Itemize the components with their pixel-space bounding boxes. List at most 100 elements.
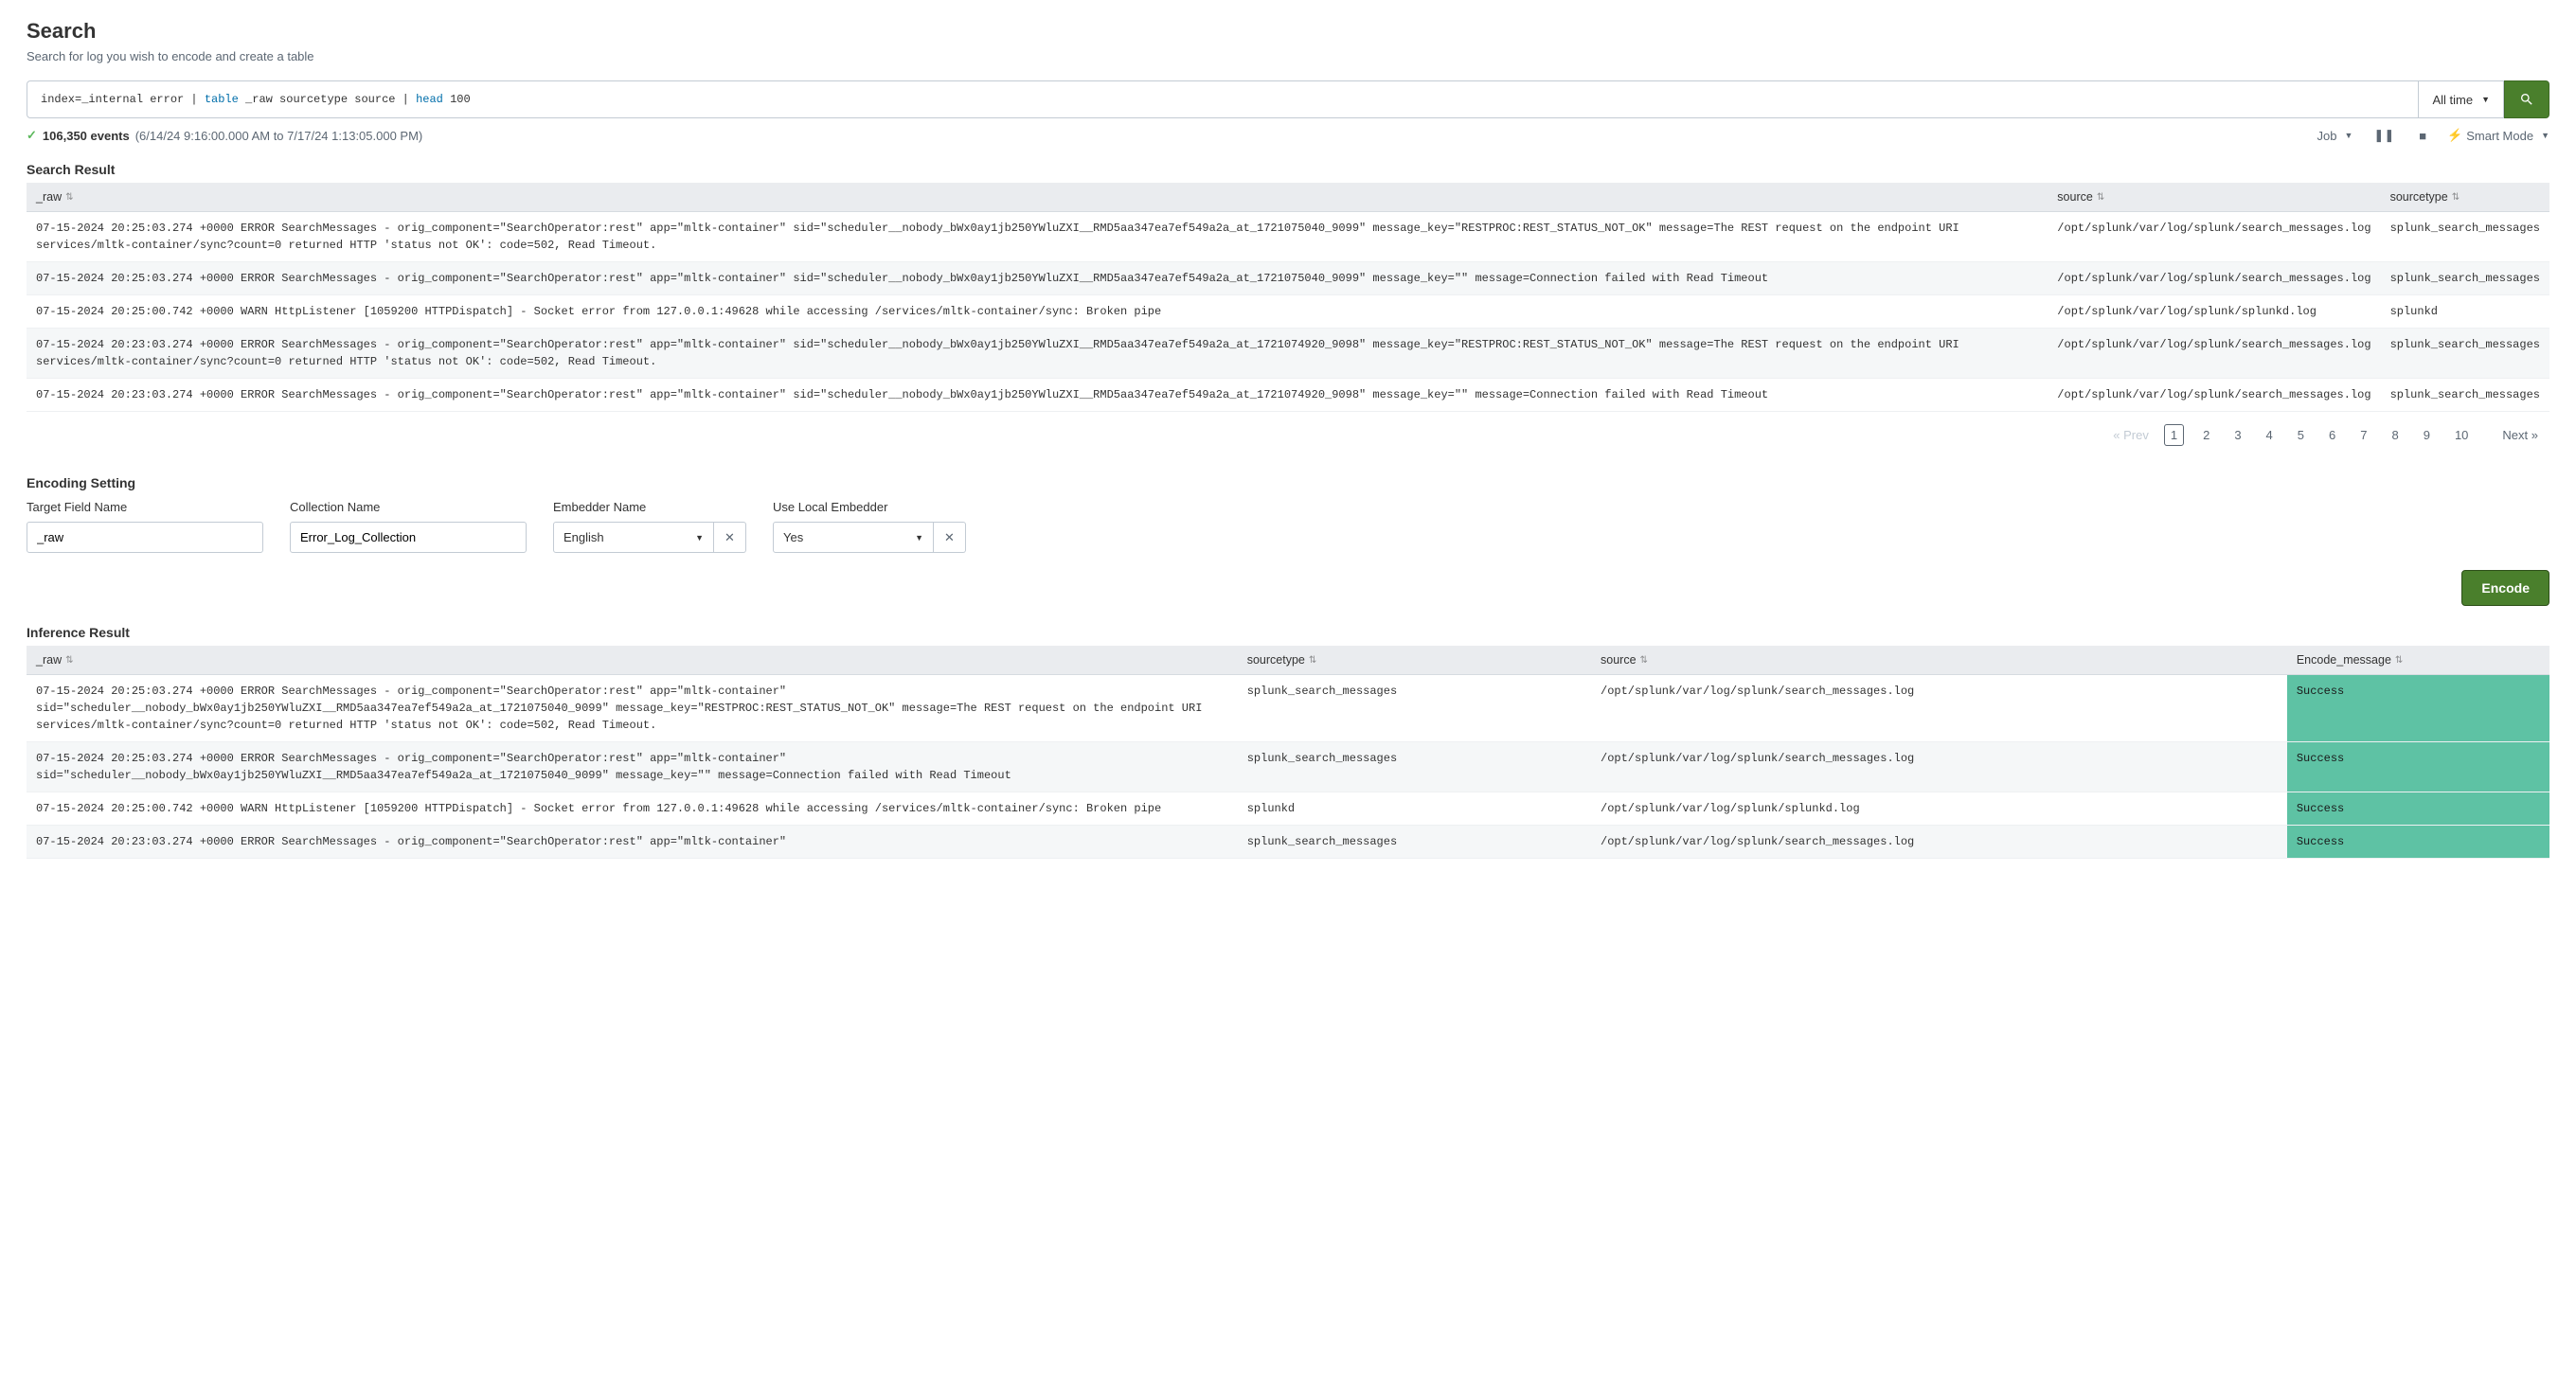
chevron-down-icon: ▼ [695,533,704,543]
time-range-label: All time [2432,93,2473,107]
table-row: 07-15-2024 20:23:03.274 +0000 ERROR Sear… [27,826,2549,859]
pagination-page[interactable]: 9 [2418,425,2436,445]
cell-sourcetype: splunk_search_messages [1238,826,1591,859]
cell-source: /opt/splunk/var/log/splunk/search_messag… [1591,675,2287,742]
cell-encode-message: Success [2287,742,2549,792]
cell-raw: 07-15-2024 20:23:03.274 +0000 ERROR Sear… [27,329,2048,379]
encoding-setting-title: Encoding Setting [27,475,2549,490]
cell-raw: 07-15-2024 20:25:03.274 +0000 ERROR Sear… [27,742,1238,792]
pagination-page[interactable]: 8 [2386,425,2404,445]
local-embedder-label: Use Local Embedder [773,500,966,514]
cell-raw: 07-15-2024 20:25:03.274 +0000 ERROR Sear… [27,675,1238,742]
local-embedder-select[interactable]: Yes ▼ [773,522,934,553]
cell-source: /opt/splunk/var/log/splunk/splunkd.log [1591,792,2287,826]
cell-sourcetype: splunk_search_messages [2381,212,2549,262]
chevron-down-icon: ▼ [2481,95,2490,104]
cell-source: /opt/splunk/var/log/splunk/search_messag… [2048,262,2380,295]
smart-mode-menu[interactable]: ⚡Smart Mode▼ [2447,128,2549,143]
cell-raw: 07-15-2024 20:23:03.274 +0000 ERROR Sear… [27,379,2048,412]
pagination-page[interactable]: 3 [2228,425,2246,445]
cell-source: /opt/splunk/var/log/splunk/search_messag… [2048,329,2380,379]
pagination-page[interactable]: 7 [2354,425,2372,445]
chevron-down-icon: ▼ [915,533,923,543]
cell-sourcetype: splunk_search_messages [1238,675,1591,742]
status-bar: ✓ 106,350 events (6/14/24 9:16:00.000 AM… [27,128,2549,143]
page-title: Search [27,19,2549,44]
col-raw-header[interactable]: _raw⇅ [27,646,1238,675]
inference-result-table: _raw⇅ sourcetype⇅ source⇅ Encode_message… [27,646,2549,859]
table-row: 07-15-2024 20:25:03.274 +0000 ERROR Sear… [27,262,2549,295]
cell-source: /opt/splunk/var/log/splunk/search_messag… [1591,742,2287,792]
target-field-label: Target Field Name [27,500,263,514]
pagination-page[interactable]: 6 [2323,425,2341,445]
col-source-header[interactable]: source⇅ [1591,646,2287,675]
col-encode-header[interactable]: Encode_message⇅ [2287,646,2549,675]
table-row: 07-15-2024 20:23:03.274 +0000 ERROR Sear… [27,379,2549,412]
col-raw-header[interactable]: _raw⇅ [27,183,2048,212]
encoding-settings: Target Field Name Collection Name Embedd… [27,500,2549,553]
collection-name-input[interactable] [290,522,527,553]
table-row: 07-15-2024 20:23:03.274 +0000 ERROR Sear… [27,329,2549,379]
embedder-clear-button[interactable]: ✕ [714,522,746,553]
event-time-range: (6/14/24 9:16:00.000 AM to 7/17/24 1:13:… [135,129,423,143]
cell-encode-message: Success [2287,792,2549,826]
pagination-prev: « Prev [2107,425,2155,445]
cell-sourcetype: splunkd [2381,295,2549,329]
cell-source: /opt/splunk/var/log/splunk/search_messag… [2048,212,2380,262]
pagination-page[interactable]: 4 [2261,425,2279,445]
table-row: 07-15-2024 20:25:03.274 +0000 ERROR Sear… [27,742,2549,792]
pagination-page[interactable]: 2 [2197,425,2215,445]
col-source-header[interactable]: source⇅ [2048,183,2380,212]
encode-button[interactable]: Encode [2461,570,2549,606]
search-button[interactable] [2504,80,2549,118]
pause-icon[interactable]: ❚❚ [2370,128,2398,143]
cell-source: /opt/splunk/var/log/splunk/search_messag… [2048,379,2380,412]
cell-encode-message: Success [2287,675,2549,742]
page-subtitle: Search for log you wish to encode and cr… [27,49,2549,63]
bolt-icon: ⚡ [2447,128,2462,143]
sort-icon: ⇅ [2395,655,2403,666]
sort-icon: ⇅ [2097,192,2104,203]
target-field-input[interactable] [27,522,263,553]
cell-sourcetype: splunk_search_messages [1238,742,1591,792]
sort-icon: ⇅ [65,655,73,666]
cell-raw: 07-15-2024 20:25:03.274 +0000 ERROR Sear… [27,212,2048,262]
cell-raw: 07-15-2024 20:25:00.742 +0000 WARN HttpL… [27,792,1238,826]
search-result-title: Search Result [27,162,2549,177]
local-embedder-clear-button[interactable]: ✕ [934,522,966,553]
stop-icon[interactable]: ■ [2415,129,2430,143]
inference-result-title: Inference Result [27,625,2549,640]
time-range-picker[interactable]: All time ▼ [2419,80,2504,118]
embedder-name-select[interactable]: English ▼ [553,522,714,553]
job-menu[interactable]: Job▼ [2317,129,2353,143]
search-icon [2519,92,2534,107]
search-input[interactable]: index=_internal error | table _raw sourc… [27,80,2419,118]
local-embedder-selected-value: Yes [783,530,803,544]
table-row: 07-15-2024 20:25:03.274 +0000 ERROR Sear… [27,675,2549,742]
pagination-page[interactable]: 5 [2292,425,2310,445]
cell-raw: 07-15-2024 20:25:00.742 +0000 WARN HttpL… [27,295,2048,329]
search-result-table: _raw⇅ source⇅ sourcetype⇅ 07-15-2024 20:… [27,183,2549,412]
pagination: « Prev 123456789 10 Next » [27,412,2549,468]
sort-icon: ⇅ [2452,192,2460,203]
cell-raw: 07-15-2024 20:23:03.274 +0000 ERROR Sear… [27,826,1238,859]
table-row: 07-15-2024 20:25:00.742 +0000 WARN HttpL… [27,295,2549,329]
check-icon: ✓ [27,128,37,143]
table-row: 07-15-2024 20:25:00.742 +0000 WARN HttpL… [27,792,2549,826]
cell-sourcetype: splunk_search_messages [2381,329,2549,379]
col-sourcetype-header[interactable]: sourcetype⇅ [1238,646,1591,675]
close-icon: ✕ [944,530,955,545]
sort-icon: ⇅ [1309,655,1316,666]
cell-raw: 07-15-2024 20:25:03.274 +0000 ERROR Sear… [27,262,2048,295]
collection-name-label: Collection Name [290,500,527,514]
sort-icon: ⇅ [1640,655,1648,666]
cell-source: /opt/splunk/var/log/splunk/search_messag… [1591,826,2287,859]
pagination-page[interactable]: 10 [2449,425,2474,445]
embedder-name-label: Embedder Name [553,500,746,514]
embedder-selected-value: English [564,530,604,544]
col-sourcetype-header[interactable]: sourcetype⇅ [2381,183,2549,212]
close-icon: ✕ [724,530,735,545]
pagination-page[interactable]: 1 [2164,424,2184,446]
pagination-next[interactable]: Next » [2496,425,2544,445]
cell-sourcetype: splunk_search_messages [2381,262,2549,295]
